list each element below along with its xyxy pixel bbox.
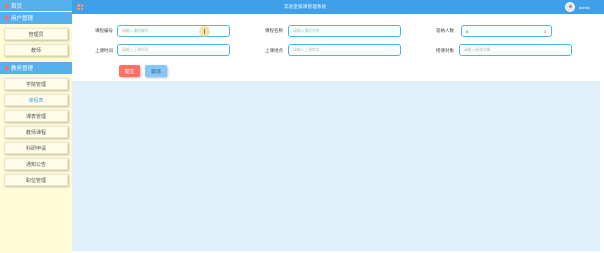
place-label: 上课地点 bbox=[265, 48, 283, 53]
sidebar-section-label: 用户管理 bbox=[11, 16, 34, 22]
top-bar: 实验室排课管理系统 admin bbox=[72, 0, 604, 14]
capacity-label: 容纳人数 bbox=[436, 28, 454, 33]
course-no-input[interactable]: 请输入课程编号 bbox=[117, 25, 230, 37]
book-icon bbox=[5, 66, 9, 70]
sidebar-item-admin[interactable]: 管理员 bbox=[4, 28, 68, 40]
time-label: 上课时间 bbox=[95, 48, 113, 53]
sidebar-section-academic[interactable]: 教务管理 bbox=[0, 62, 72, 74]
sidebar: 首页 用户管理 管理员 教师 教务管理 学院管理 课程表 课表管理 教师课程 科… bbox=[0, 0, 72, 253]
submit-button[interactable]: 提交 bbox=[119, 65, 140, 77]
username[interactable]: admin bbox=[579, 5, 590, 10]
sidebar-item-teacher[interactable]: 教师 bbox=[4, 44, 68, 56]
sidebar-item-college[interactable]: 学院管理 bbox=[4, 78, 68, 90]
sidebar-item-teacher-course[interactable]: 教师课程 bbox=[4, 126, 68, 138]
sidebar-section-label: 教务管理 bbox=[11, 66, 34, 72]
cursor-indicator bbox=[199, 26, 210, 37]
sidebar-item-schedule[interactable]: 课程表 bbox=[4, 94, 68, 106]
user-icon bbox=[5, 16, 9, 20]
sidebar-item-position[interactable]: 职位管理 bbox=[4, 174, 68, 186]
home-icon bbox=[5, 3, 9, 8]
sidebar-item-notice[interactable]: 通知公告 bbox=[4, 158, 68, 170]
target-label: 授课对象 bbox=[436, 48, 454, 53]
menu-grid-icon[interactable] bbox=[77, 4, 83, 10]
course-name-input[interactable]: 请输入课程名称 bbox=[288, 25, 401, 37]
capacity-stepper[interactable]: 0 ⇕ bbox=[461, 25, 552, 37]
content-area bbox=[72, 81, 600, 251]
time-input[interactable]: 请输入上课时间 bbox=[117, 44, 230, 56]
app-title: 实验室排课管理系统 bbox=[284, 4, 327, 9]
capacity-value: 0 bbox=[466, 28, 469, 34]
app-window: 首页 用户管理 管理员 教师 教务管理 学院管理 课程表 课表管理 教师课程 科… bbox=[0, 0, 604, 253]
sidebar-item-schedule-manage[interactable]: 课表管理 bbox=[4, 110, 68, 122]
sidebar-item-research[interactable]: 科研申请 bbox=[4, 142, 68, 154]
stepper-arrows-icon[interactable]: ⇕ bbox=[544, 29, 547, 34]
avatar[interactable] bbox=[565, 2, 575, 12]
cancel-button[interactable]: 取消 bbox=[145, 65, 167, 77]
sidebar-section-users[interactable]: 用户管理 bbox=[0, 12, 72, 24]
sidebar-home-label: 首页 bbox=[11, 3, 23, 10]
course-no-label: 课程编号 bbox=[95, 28, 113, 33]
place-input[interactable]: 请输入上课地点 bbox=[288, 44, 401, 56]
course-name-label: 课程名称 bbox=[265, 28, 283, 33]
sidebar-item-home[interactable]: 首页 bbox=[0, 0, 72, 12]
target-input[interactable]: 请输入授课对象 bbox=[459, 44, 572, 56]
